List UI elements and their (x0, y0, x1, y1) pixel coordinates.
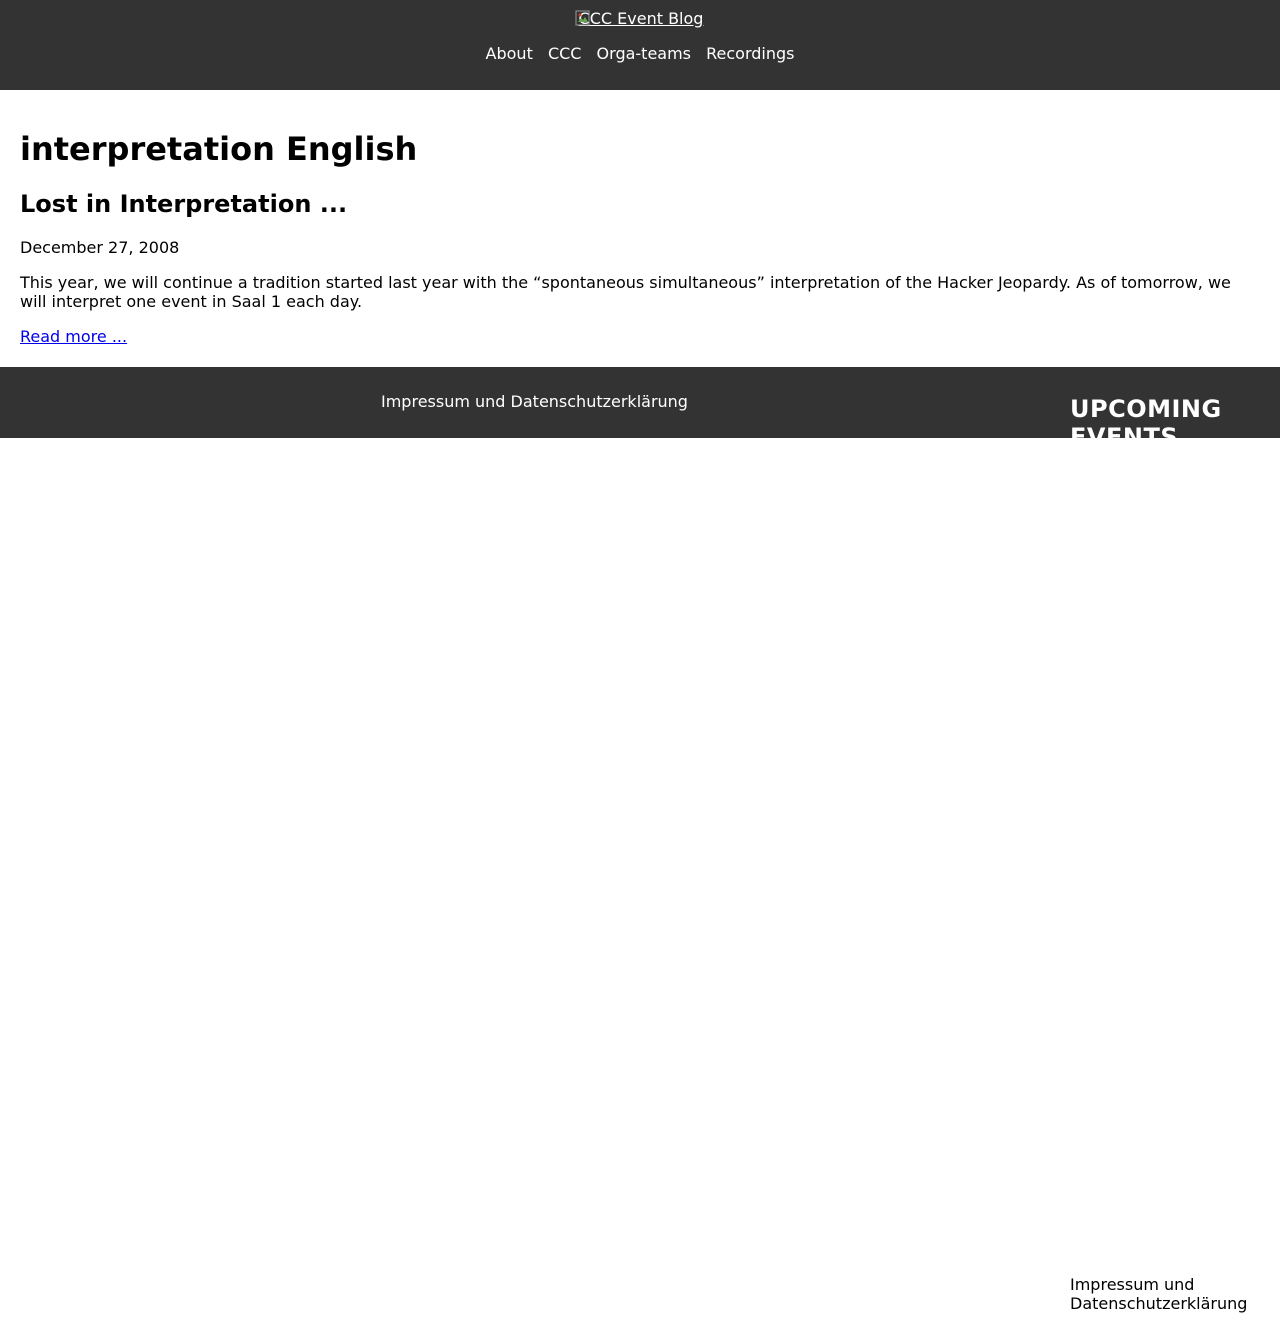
site-logo-link[interactable]: CCC Event Blog (0, 9, 1280, 29)
archive-title: interpretation English (20, 130, 418, 168)
nav-item-orga-teams[interactable]: Orga-teams (597, 44, 691, 63)
sidebar: UPCOMING EVENTS (1070, 395, 1270, 438)
post-excerpt: This year, we will continue a tradition … (20, 273, 1231, 311)
read-more-link[interactable]: Read more ... (20, 327, 127, 347)
nav-item-recordings[interactable]: Recordings (706, 44, 794, 63)
upcoming-events-heading: UPCOMING EVENTS (1070, 395, 1222, 438)
post-title: Lost in Interpretation ... (20, 190, 348, 218)
main-nav: About CCC Orga-teams Recordings (0, 44, 1280, 64)
sidebar-imprint-link[interactable]: Impressum und Datenschutzerklärung (1070, 1275, 1270, 1313)
nav-item-ccc[interactable]: CCC (548, 44, 582, 63)
post-date: December 27, 2008 (20, 238, 180, 257)
footer-imprint-link[interactable]: Impressum und Datenschutzerklärung (381, 392, 688, 412)
site-logo-alt-text: CCC Event Blog (578, 9, 704, 28)
site-header: CCC Event Blog About CCC Orga-teams Reco… (0, 0, 1280, 90)
broken-image-icon (575, 10, 591, 26)
nav-item-about[interactable]: About (486, 44, 533, 63)
